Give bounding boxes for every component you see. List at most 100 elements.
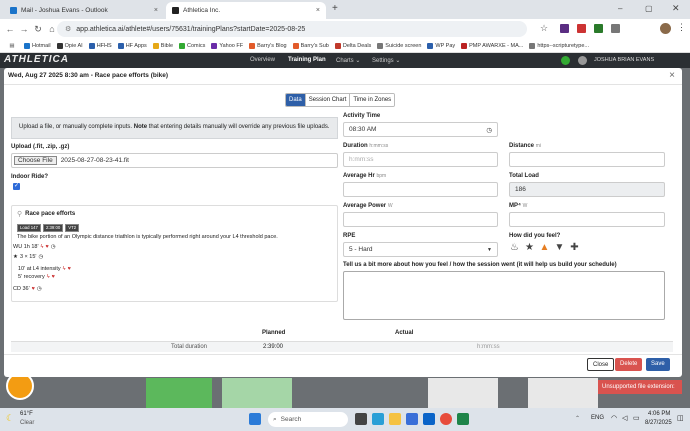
rpe-select[interactable]: 5 - Hard ▼ (343, 242, 498, 257)
heart-icon: ♥ (45, 244, 49, 250)
calendar-session-card[interactable] (146, 378, 212, 408)
nav-training-plan[interactable]: Training Plan (288, 57, 326, 63)
indoor-ride-checkbox[interactable]: ✓ (13, 183, 20, 190)
task-view-icon[interactable] (355, 413, 367, 425)
edge-icon[interactable] (372, 413, 384, 425)
notifications-icon[interactable]: ◫ (677, 414, 684, 422)
calendar-session-card[interactable] (428, 378, 498, 408)
nav-overview[interactable]: Overview (250, 57, 275, 63)
wifi-icon[interactable]: ◠ (611, 414, 617, 422)
tab-outlook[interactable]: Mail - Joshua Evans - Outlook × (4, 2, 164, 19)
temperature: 61°F (20, 411, 33, 417)
bookmark[interactable]: HFHS (88, 42, 112, 49)
modal-close-icon[interactable]: × (669, 70, 675, 81)
bookmark[interactable]: Yahoo FF (211, 42, 243, 49)
workout-description: The bike portion of an Olympic distance … (17, 234, 278, 240)
language-indicator[interactable]: ENG (591, 415, 604, 421)
forward-icon[interactable]: → (17, 24, 31, 34)
thumbs-down-icon[interactable]: ▼ (554, 242, 565, 253)
close-button[interactable]: Close (587, 358, 615, 371)
file-input[interactable]: Choose File 2025-08-27-08-23-41.fit (11, 153, 338, 168)
battery-icon[interactable]: ▭ (633, 414, 640, 422)
apps-grid-icon[interactable]: ▦ (0, 43, 24, 49)
nav-charts[interactable]: Charts ⌄ (336, 57, 360, 64)
bookmark-icon (88, 42, 95, 49)
bookmark[interactable]: HF Apps (117, 42, 147, 49)
extension-icon[interactable] (577, 24, 586, 33)
url-text: app.athletica.ai/athlete#/users/75631/tr… (76, 25, 306, 33)
clock-date[interactable]: 8/27/2025 (645, 420, 672, 426)
taskbar-search[interactable]: ⌕ Search (268, 412, 348, 427)
choose-file-button[interactable]: Choose File (14, 156, 57, 165)
tray-chevron-icon[interactable]: ⌃ (575, 415, 580, 422)
calendar-session-card[interactable] (222, 378, 292, 408)
notification-icon[interactable] (578, 56, 587, 65)
activity-time-input[interactable]: 08:30 AM ◷ (343, 122, 498, 137)
tab-data[interactable]: Data (286, 94, 306, 106)
bookmark[interactable]: Suicide screen (377, 42, 421, 49)
fire-icon[interactable]: ♨ (509, 242, 520, 253)
bookmark[interactable]: Barry's Blog (249, 42, 287, 49)
extension-icon[interactable] (560, 24, 569, 33)
back-icon[interactable]: ← (3, 24, 17, 34)
maximize-icon[interactable]: ▢ (645, 4, 653, 13)
delete-button[interactable]: Delete (615, 358, 643, 371)
bookmark[interactable]: Bible (152, 42, 173, 49)
user-name[interactable]: JOSHUA BRIAN EVANS (594, 57, 654, 63)
close-icon[interactable]: × (154, 7, 158, 14)
app-icon[interactable] (457, 413, 469, 425)
chrome-icon[interactable] (440, 413, 452, 425)
save-button[interactable]: Save (646, 358, 670, 371)
bookmark[interactable]: Barry's Sub (292, 42, 329, 49)
url-field[interactable]: ⚙ app.athletica.ai/athlete#/users/75631/… (57, 21, 527, 37)
window-close-icon[interactable]: ✕ (672, 3, 680, 14)
bookmark[interactable]: https--scripturetype... (529, 42, 589, 49)
close-icon[interactable]: × (316, 7, 320, 14)
extensions-puzzle-icon[interactable] (611, 24, 620, 33)
upload-label: Upload (.fit, .zip, .gz) (11, 144, 70, 150)
nav-settings[interactable]: Settings ⌄ (372, 57, 400, 64)
error-toast[interactable]: Unsupported file extension: (598, 380, 682, 394)
bookmark[interactable]: PMP AWARXE - MA... (461, 42, 523, 49)
actual-duration-input[interactable]: h:mm:ss (477, 344, 500, 350)
status-icon[interactable] (561, 56, 570, 65)
bookmark[interactable]: Hotmail (24, 42, 51, 49)
distance-input[interactable] (509, 152, 665, 167)
bookmark[interactable]: Comics (179, 42, 205, 49)
ambulance-icon[interactable]: ✚ (569, 242, 580, 253)
profile-avatar[interactable] (660, 23, 671, 34)
volume-icon[interactable]: ◁ (622, 414, 627, 422)
notes-textarea[interactable] (343, 271, 665, 320)
mp-input[interactable] (509, 212, 665, 227)
store-icon[interactable] (406, 413, 418, 425)
windows-start-icon[interactable] (249, 413, 261, 425)
reload-icon[interactable]: ↻ (31, 24, 45, 35)
extension-icon[interactable] (594, 24, 603, 33)
avg-power-input[interactable] (343, 212, 498, 227)
calendar-session-card[interactable] (528, 378, 598, 408)
bookmark[interactable]: WP Pay (427, 42, 455, 49)
clock-time[interactable]: 4:06 PM (648, 411, 670, 417)
clock-icon: ◷ (36, 286, 42, 292)
duration-input[interactable]: h:mm:ss (343, 152, 498, 167)
new-tab-button[interactable]: + (332, 3, 338, 14)
bookmark[interactable]: Opie AI (56, 42, 83, 49)
menu-dots-icon[interactable]: ⋮ (677, 22, 686, 33)
file-explorer-icon[interactable] (389, 413, 401, 425)
clock-icon[interactable]: ◷ (486, 126, 492, 134)
site-info-icon[interactable]: ⚙ (65, 25, 71, 33)
info-text: Upload a file, or manually complete inpu… (19, 124, 133, 130)
tab-time-in-zones[interactable]: Time in Zones (350, 94, 395, 106)
star-icon[interactable]: ☆ (540, 23, 548, 34)
weather-icon[interactable]: ☾ (6, 413, 14, 424)
minimize-icon[interactable]: – (618, 4, 622, 13)
thumbs-up-icon[interactable]: ▲ (539, 242, 550, 253)
tab-athletica[interactable]: Athletica Inc. × (166, 2, 326, 19)
bookmark[interactable]: Delta Deals (334, 42, 371, 49)
total-load-input[interactable]: 186 (509, 182, 665, 197)
outlook-icon[interactable] (423, 413, 435, 425)
session-modal: Wed, Aug 27 2025 8:30 am - Race pace eff… (4, 68, 682, 377)
star-icon[interactable]: ★ (524, 242, 535, 253)
avg-hr-input[interactable] (343, 182, 498, 197)
tab-session-chart[interactable]: Session Chart (305, 94, 351, 106)
